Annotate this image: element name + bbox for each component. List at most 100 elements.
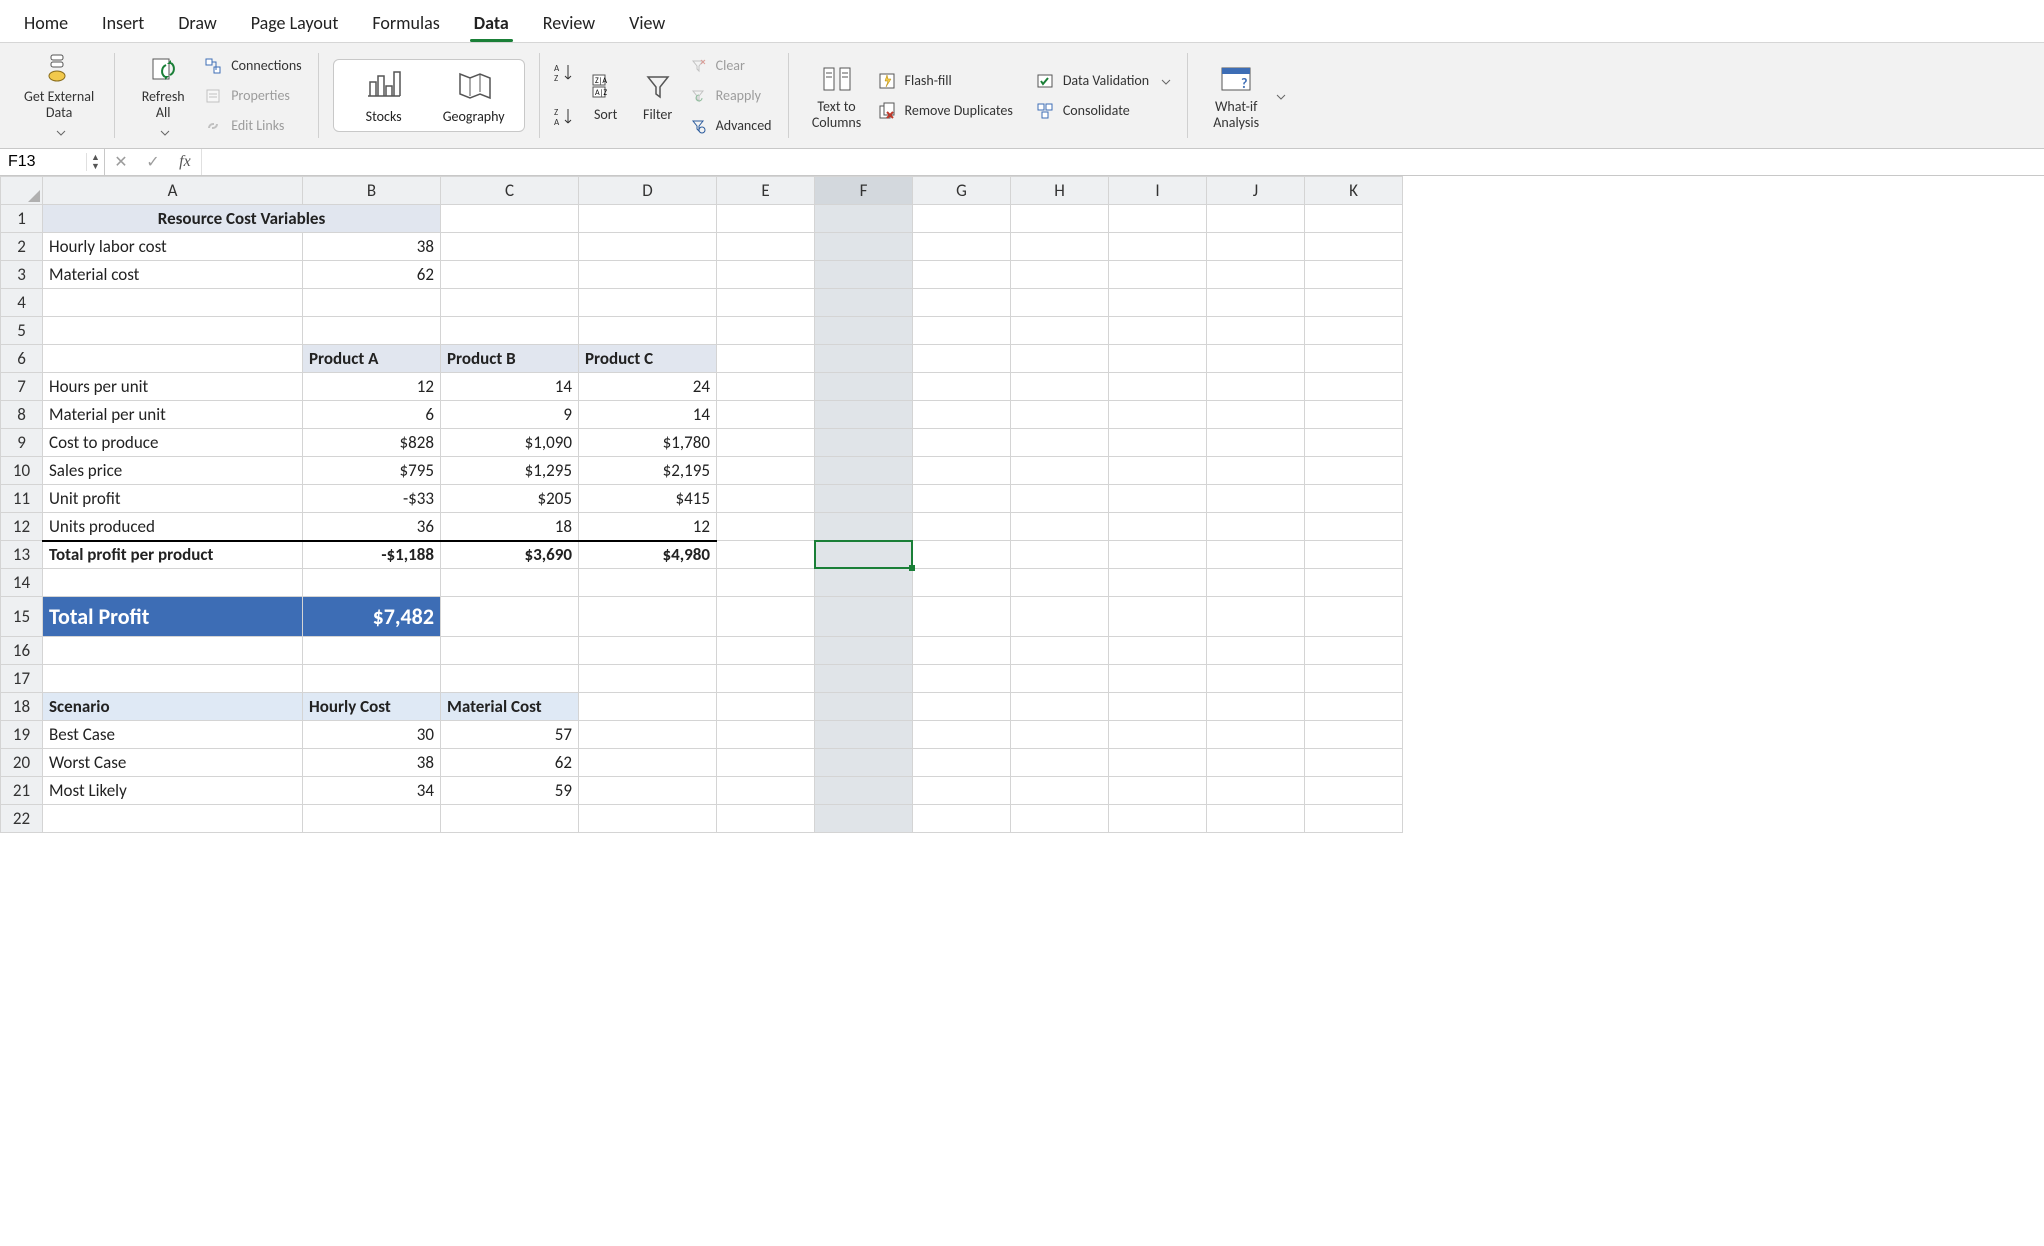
cell-G6[interactable] (913, 345, 1011, 373)
cell-I19[interactable] (1109, 721, 1207, 749)
row-header-9[interactable]: 9 (1, 429, 43, 457)
tab-view[interactable]: View (625, 6, 669, 42)
cell-F10[interactable] (815, 457, 913, 485)
row-header-11[interactable]: 11 (1, 485, 43, 513)
cell-B7[interactable]: 12 (303, 373, 441, 401)
cell-G17[interactable] (913, 665, 1011, 693)
row-header-14[interactable]: 14 (1, 569, 43, 597)
column-header-J[interactable]: J (1207, 177, 1305, 205)
row-header-21[interactable]: 21 (1, 777, 43, 805)
column-header-F[interactable]: F (815, 177, 913, 205)
row-header-7[interactable]: 7 (1, 373, 43, 401)
cell-J13[interactable] (1207, 541, 1305, 569)
cell-G7[interactable] (913, 373, 1011, 401)
row-header-6[interactable]: 6 (1, 345, 43, 373)
cell-C13[interactable]: $3,690 (441, 541, 579, 569)
cell-H6[interactable] (1011, 345, 1109, 373)
cell-E1[interactable] (717, 205, 815, 233)
cell-G1[interactable] (913, 205, 1011, 233)
refresh-all-button[interactable]: Refresh All (127, 49, 199, 142)
cell-G22[interactable] (913, 805, 1011, 833)
properties-button[interactable]: Properties (199, 84, 305, 108)
column-header-G[interactable]: G (913, 177, 1011, 205)
cell-J4[interactable] (1207, 289, 1305, 317)
cancel-formula-button[interactable]: ✕ (105, 149, 137, 175)
cell-I14[interactable] (1109, 569, 1207, 597)
cell-D13[interactable]: $4,980 (579, 541, 717, 569)
cell-H3[interactable] (1011, 261, 1109, 289)
cell-F16[interactable] (815, 637, 913, 665)
what-if-analysis-button[interactable]: ? What-if Analysis (1200, 49, 1272, 142)
cell-G12[interactable] (913, 513, 1011, 541)
flash-fill-button[interactable]: Flash-fill (873, 69, 1017, 93)
cell-C17[interactable] (441, 665, 579, 693)
cell-D16[interactable] (579, 637, 717, 665)
cell-F12[interactable] (815, 513, 913, 541)
clear-button[interactable]: Clear (684, 54, 776, 78)
cell-J10[interactable] (1207, 457, 1305, 485)
cell-F9[interactable] (815, 429, 913, 457)
cell-A21[interactable]: Most Likely (43, 777, 303, 805)
cell-B15[interactable]: $7,482 (303, 597, 441, 637)
cell-K9[interactable] (1305, 429, 1403, 457)
cell-J14[interactable] (1207, 569, 1305, 597)
cell-J2[interactable] (1207, 233, 1305, 261)
cell-E7[interactable] (717, 373, 815, 401)
cell-B2[interactable]: 38 (303, 233, 441, 261)
row-header-4[interactable]: 4 (1, 289, 43, 317)
advanced-button[interactable]: Advanced (684, 114, 776, 138)
cell-F4[interactable] (815, 289, 913, 317)
cell-J17[interactable] (1207, 665, 1305, 693)
cell-B3[interactable]: 62 (303, 261, 441, 289)
cell-H20[interactable] (1011, 749, 1109, 777)
cell-A5[interactable] (43, 317, 303, 345)
get-external-data-button[interactable]: Get External Data (16, 49, 102, 142)
edit-links-button[interactable]: Edit Links (199, 114, 305, 138)
row-header-19[interactable]: 19 (1, 721, 43, 749)
row-header-13[interactable]: 13 (1, 541, 43, 569)
cell-A7[interactable]: Hours per unit (43, 373, 303, 401)
column-header-I[interactable]: I (1109, 177, 1207, 205)
cell-F21[interactable] (815, 777, 913, 805)
cell-G9[interactable] (913, 429, 1011, 457)
cell-K10[interactable] (1305, 457, 1403, 485)
cell-J12[interactable] (1207, 513, 1305, 541)
cell-F18[interactable] (815, 693, 913, 721)
cell-C5[interactable] (441, 317, 579, 345)
cell-H15[interactable] (1011, 597, 1109, 637)
name-box-input-real[interactable] (0, 149, 86, 175)
cell-E16[interactable] (717, 637, 815, 665)
cell-G15[interactable] (913, 597, 1011, 637)
cell-C6[interactable]: Product B (441, 345, 579, 373)
row-header-16[interactable]: 16 (1, 637, 43, 665)
cell-J6[interactable] (1207, 345, 1305, 373)
cell-G14[interactable] (913, 569, 1011, 597)
cell-F15[interactable] (815, 597, 913, 637)
cell-J11[interactable] (1207, 485, 1305, 513)
cell-D19[interactable] (579, 721, 717, 749)
row-header-22[interactable]: 22 (1, 805, 43, 833)
connections-button[interactable]: Connections (199, 54, 305, 78)
cell-K6[interactable] (1305, 345, 1403, 373)
cell-A1[interactable]: Resource Cost Variables (43, 205, 441, 233)
cell-J19[interactable] (1207, 721, 1305, 749)
cell-A15[interactable]: Total Profit (43, 597, 303, 637)
cell-A2[interactable]: Hourly labor cost (43, 233, 303, 261)
cell-A19[interactable]: Best Case (43, 721, 303, 749)
cell-I11[interactable] (1109, 485, 1207, 513)
cell-I10[interactable] (1109, 457, 1207, 485)
cell-F14[interactable] (815, 569, 913, 597)
cell-F13[interactable] (815, 541, 913, 569)
cell-A13[interactable]: Total profit per product (43, 541, 303, 569)
cell-D2[interactable] (579, 233, 717, 261)
cell-J5[interactable] (1207, 317, 1305, 345)
cell-I17[interactable] (1109, 665, 1207, 693)
cell-E13[interactable] (717, 541, 815, 569)
cell-H8[interactable] (1011, 401, 1109, 429)
stocks-button[interactable]: Stocks (348, 66, 420, 125)
column-header-E[interactable]: E (717, 177, 815, 205)
cell-B21[interactable]: 34 (303, 777, 441, 805)
tab-review[interactable]: Review (539, 6, 599, 42)
cell-F22[interactable] (815, 805, 913, 833)
text-to-columns-button[interactable]: Text to Columns (801, 49, 873, 142)
